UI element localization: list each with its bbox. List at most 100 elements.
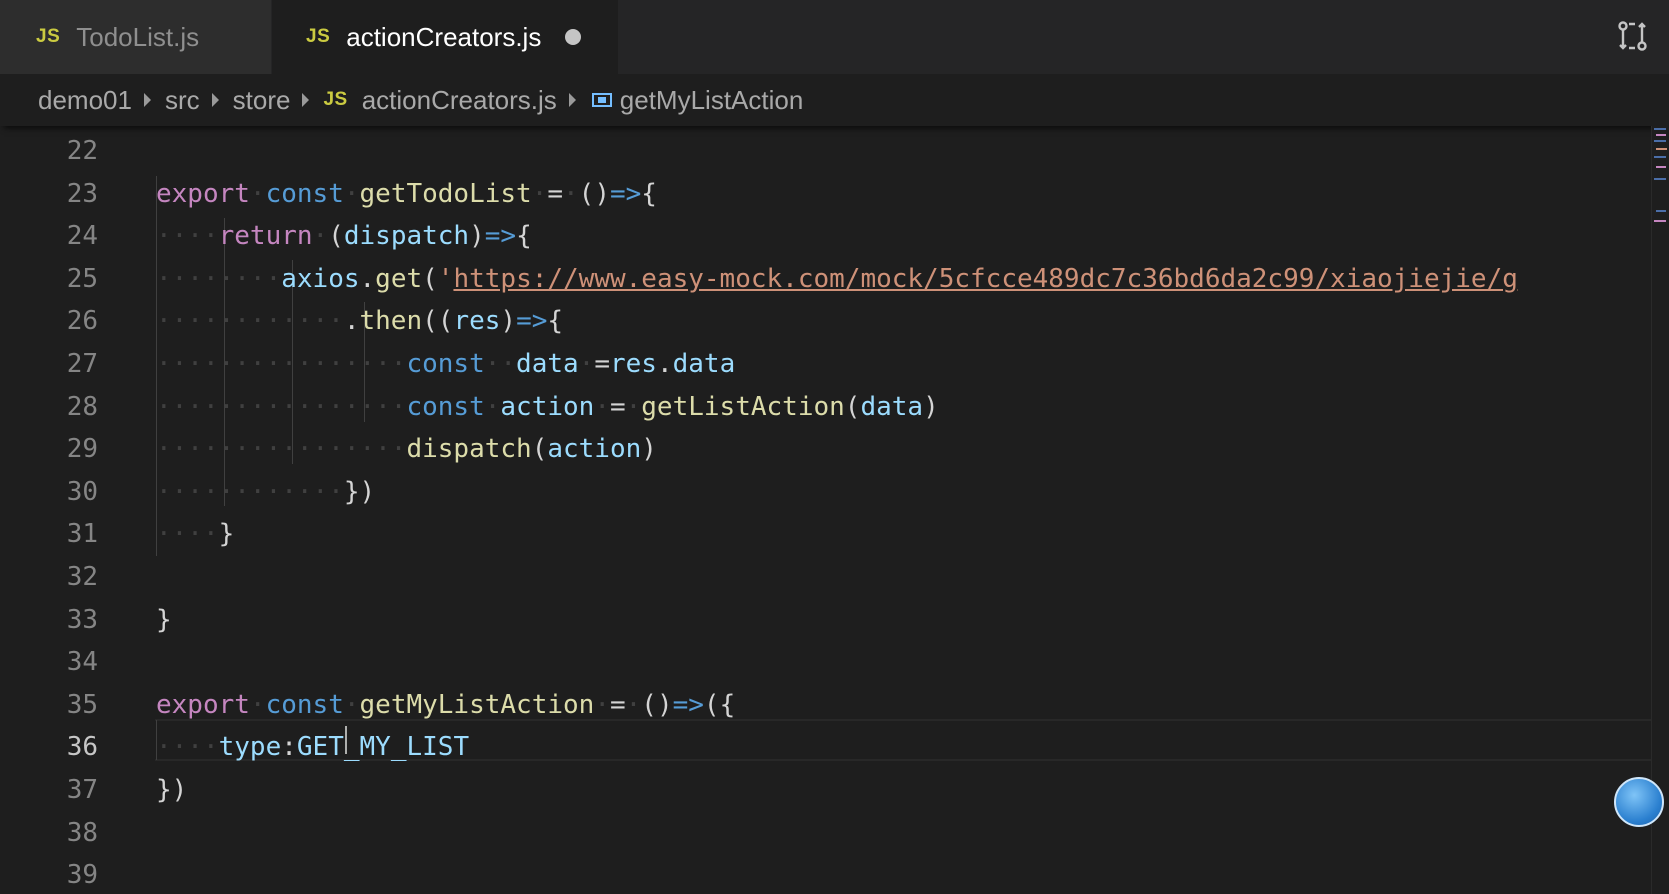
code-token: dispatch — [343, 221, 470, 252]
code-line[interactable]: 23 export·const·getTodoList·=·()=>{ — [0, 173, 1652, 215]
code-line[interactable]: 36 ····type:GET_MY_LIST — [0, 726, 1652, 768]
line-number: 36 — [66, 732, 98, 763]
code-token: · — [343, 689, 360, 720]
code-token: res — [453, 306, 501, 337]
code-line[interactable]: 39 — [0, 854, 1652, 894]
line-number: 24 — [66, 221, 98, 252]
code-token: ' — [437, 263, 454, 294]
code-line[interactable]: 37}) — [0, 769, 1652, 811]
code-token: (( — [422, 306, 454, 337]
whitespace-dots: ················ — [156, 349, 407, 379]
code-token: : — [281, 732, 297, 763]
tab-actioncreators[interactable]: JS actionCreators.js — [272, 0, 618, 74]
code-token: . — [656, 349, 673, 379]
breadcrumb-item-file[interactable]: JS actionCreators.js — [323, 85, 556, 116]
code-text: ····type:GET_MY_LIST — [156, 726, 469, 768]
assistant-bubble-icon[interactable] — [1614, 777, 1664, 827]
line-number: 30 — [66, 476, 98, 507]
code-line[interactable]: 32 — [0, 556, 1652, 598]
code-token: data — [860, 391, 924, 422]
code-token: }) — [343, 476, 376, 507]
code-line[interactable]: 29 ················dispatch(action) — [0, 428, 1652, 470]
line-number: 25 — [66, 263, 98, 294]
code-token: => — [672, 689, 704, 720]
symbol-variable-icon — [591, 93, 612, 107]
source-control-compare-icon[interactable] — [1615, 18, 1651, 54]
code-token: => — [516, 306, 548, 337]
code-line[interactable]: 35 export·const·getMyListAction·=·()=>({ — [0, 684, 1652, 726]
code-token: const — [265, 689, 344, 720]
code-token: = — [609, 391, 626, 422]
code-line[interactable]: 31 ····} — [0, 513, 1652, 555]
code-token[interactable]: https://www.easy-mock.com/mock/5cfcce489… — [453, 264, 1517, 294]
breadcrumb-item-src[interactable]: src — [165, 85, 200, 116]
code-token: · — [343, 178, 360, 209]
minimap-marker — [1654, 140, 1666, 142]
code-line[interactable]: 30 ············}) — [0, 471, 1652, 513]
chevron-right-icon — [568, 93, 576, 107]
line-number: 23 — [66, 178, 98, 209]
code-token: { — [547, 306, 564, 337]
breadcrumb-item-symbol[interactable]: getMyListAction — [590, 85, 803, 116]
code-token: ) — [469, 221, 485, 252]
code-text: export·const·getTodoList·=·()=>{ — [156, 173, 657, 215]
code-token: ) — [641, 434, 657, 465]
javascript-file-icon: JS — [36, 26, 61, 47]
code-token: ({ — [703, 689, 736, 720]
tab-bar: JS TodoList.js JS actionCreators.js — [0, 0, 1669, 74]
code-line[interactable]: 25 ········axios.get('https://www.easy-mo… — [0, 258, 1652, 300]
code-text: ····return·(dispatch)=>{ — [156, 215, 532, 257]
vertical-scrollbar[interactable] — [1651, 126, 1669, 894]
code-line[interactable]: 28 ················const·action·=·getList… — [0, 386, 1652, 428]
line-number: 28 — [66, 391, 98, 422]
javascript-file-icon: JS — [306, 26, 331, 47]
code-line[interactable]: 34 — [0, 641, 1652, 683]
tab-label: TodoList.js — [76, 21, 200, 52]
code-token: = — [609, 689, 626, 720]
code-line[interactable]: 33} — [0, 599, 1652, 641]
code-token: export — [156, 178, 250, 209]
code-line[interactable]: 24 ····return·(dispatch)=>{ — [0, 215, 1652, 257]
minimap-marker — [1656, 148, 1667, 150]
code-token: res — [609, 349, 657, 379]
code-token: () — [641, 689, 673, 720]
code-line[interactable]: 27 ················const··data·=res.data — [0, 343, 1652, 385]
code-token: type — [218, 732, 282, 763]
line-number: 35 — [66, 689, 98, 720]
code-text: ············}) — [156, 471, 375, 513]
code-token: { — [516, 221, 532, 252]
code-text: } — [156, 599, 172, 641]
code-token: data — [672, 349, 736, 379]
breadcrumb-item-demo01[interactable]: demo01 — [38, 85, 132, 116]
line-number: 29 — [66, 434, 98, 465]
javascript-file-icon: JS — [323, 89, 348, 110]
code-line[interactable]: 38 — [0, 812, 1652, 854]
code-text: ············.then((res)=>{ — [156, 300, 563, 342]
whitespace-dots: ················ — [156, 391, 407, 422]
code-line[interactable]: 22 — [0, 130, 1652, 172]
breadcrumb-file-label: actionCreators.js — [361, 84, 557, 115]
whitespace-dots: ···· — [156, 519, 219, 550]
whitespace-dots: ········ — [156, 263, 282, 294]
code-token: · — [563, 178, 579, 209]
code-token: · — [484, 391, 501, 422]
code-editor[interactable]: 22 23 export·const·getTodoList·=·()=>{24 ··… — [0, 126, 1669, 894]
tab-todolist[interactable]: JS TodoList.js — [0, 0, 272, 74]
line-number: 27 — [66, 349, 98, 379]
code-line[interactable]: 26 ············.then((res)=>{ — [0, 300, 1652, 342]
code-token: getListAction — [641, 391, 845, 422]
code-token: · — [578, 349, 595, 379]
code-token: · — [312, 221, 329, 252]
unsaved-changes-dot-icon[interactable] — [565, 29, 582, 45]
breadcrumb-item-store[interactable]: store — [233, 85, 291, 116]
line-number: 32 — [66, 562, 98, 592]
minimap-marker — [1656, 166, 1666, 168]
whitespace-dots: ···· — [156, 732, 219, 763]
code-token: ( — [422, 263, 438, 294]
whitespace-dots: ············ — [156, 476, 344, 507]
line-number: 34 — [66, 647, 98, 678]
code-text: ········axios.get('https://www.easy-mock… — [156, 258, 1518, 300]
line-number: 33 — [66, 604, 98, 635]
code-token: get — [375, 263, 423, 294]
code-text: ····} — [156, 513, 234, 555]
